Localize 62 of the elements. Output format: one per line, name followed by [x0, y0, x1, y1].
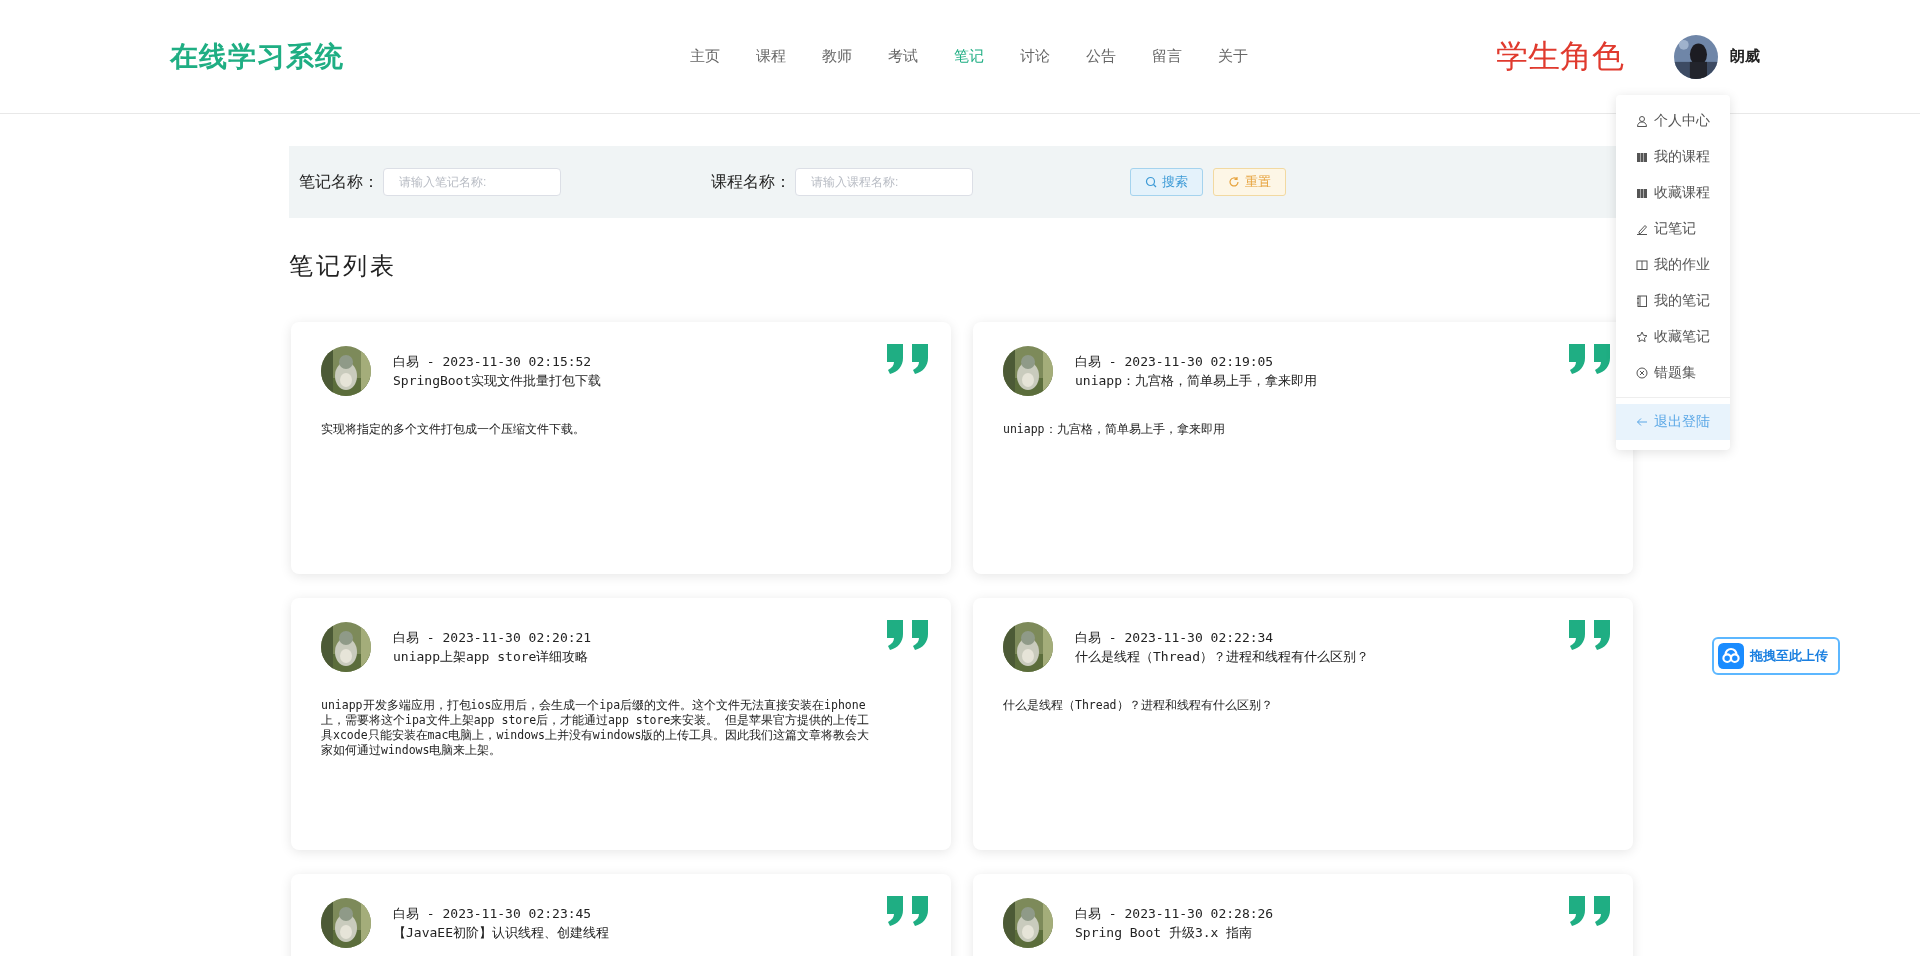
note-card[interactable]: 白易 - 2023-11-30 02:23:45 【JavaEE初阶】认识线程、创建线程 — [291, 874, 951, 956]
search-icon — [1145, 176, 1157, 188]
search-field[interactable]: 请输入课程名称: — [795, 168, 973, 196]
refresh-icon — [1228, 176, 1240, 188]
user-icon — [1636, 115, 1648, 127]
books-icon — [1636, 151, 1648, 163]
note-card[interactable] — [291, 598, 951, 850]
notebook-icon — [1636, 295, 1648, 307]
book-icon — [1636, 259, 1648, 271]
pen-icon — [1636, 223, 1648, 235]
section-title: 笔记列表 — [289, 251, 397, 282]
note-title[interactable]: 什么是线程（Thread）？进程和线程有什么区别？ — [1075, 647, 1369, 666]
menu-item[interactable]: 个人中心 — [1616, 103, 1730, 139]
note-title[interactable]: Spring Boot 升级3.x 指南 — [1075, 923, 1274, 942]
quote-icon — [885, 342, 931, 374]
role-label: 学生角色 — [1496, 35, 1624, 77]
nav-link[interactable]: 留言 — [1152, 47, 1182, 66]
search-field[interactable]: 请输入笔记名称: — [383, 168, 561, 196]
note-title[interactable]: 【JavaEE初阶】认识线程、创建线程 — [393, 923, 609, 942]
note-summary: uniapp：九宫格，简单易上手，拿来即用 — [1003, 422, 1226, 437]
note-title[interactable]: SpringBoot实现文件批量打包下载 — [393, 371, 602, 390]
circle-x-icon — [1636, 367, 1648, 379]
books-icon — [1636, 187, 1648, 199]
user-name[interactable]: 朗威 — [1730, 47, 1760, 66]
menu-item[interactable]: 收藏课程 — [1616, 175, 1730, 211]
note-summary: uniapp开发多端应用，打包ios应用后，会生成一个ipa后缀的文件。这个文件无法直接安装在iphone上，需要将这个ipa文件上架app store后，才能通过app store来安装。 但是苹果官方提供的上传工具xcode只能安装在mac电脑上，windows上并没有windows版的上传工具。因此我们这篇文章将教会大家如何通过windows电脑来上架。 — [321, 698, 871, 758]
nav-link[interactable]: 公告 — [1086, 47, 1116, 66]
note-card[interactable]: 白易 - 2023-11-30 02:15:52 SpringBoot实现文件批量打包下载 实现将指定的多个文件打包成一个压缩文件下载。 — [291, 322, 951, 574]
field-label: 课程名称： — [711, 171, 791, 193]
note-card[interactable]: 白易 - 2023-11-30 02:22:34 什么是线程（Thread）？进程和线程有什么区别？ 什么是线程（Thread）？进程和线程有什么区别？ — [973, 598, 1633, 850]
menu-item[interactable]: 我的作业 — [1616, 247, 1730, 283]
arrow-left-icon — [1636, 416, 1648, 428]
note-card[interactable]: 白易 - 2023-11-30 02:28:26 Spring Boot 升级3.x 指南 — [973, 874, 1633, 956]
nav-link[interactable]: 主页 — [690, 47, 720, 66]
note-summary: 什么是线程（Thread）？进程和线程有什么区别？ — [1003, 698, 1274, 713]
nav-link[interactable]: 关于 — [1218, 47, 1248, 66]
star-icon — [1636, 331, 1648, 343]
note-author-date: 白易 - 2023-11-30 02:28:26 — [1075, 905, 1274, 923]
menu-item[interactable]: 我的笔记 — [1616, 283, 1730, 319]
nav-link[interactable]: 考试 — [888, 47, 918, 66]
menu-item[interactable]: 我的课程 — [1616, 139, 1730, 175]
menu-item[interactable]: 记笔记 — [1616, 211, 1730, 247]
nav-link[interactable]: 课程 — [756, 47, 786, 66]
note-author-date: 白易 - 2023-11-30 02:20:21 — [393, 629, 592, 647]
upload-button[interactable]: 拖拽至此上传 — [1712, 637, 1840, 675]
cloud-icon — [1718, 643, 1744, 669]
field-label: 笔记名称： — [299, 171, 379, 193]
quote-icon — [885, 618, 931, 650]
quote-icon — [885, 894, 931, 926]
note-author-date: 白易 - 2023-11-30 02:19:05 — [1075, 353, 1275, 371]
quote-icon — [1567, 342, 1613, 374]
note-author-date: 白易 - 2023-11-30 02:23:45 — [393, 905, 593, 923]
note-author-date: 白易 - 2023-11-30 02:15:52 — [393, 353, 593, 371]
note-card[interactable]: 白易 - 2023-11-30 02:19:05 uniapp：九宫格，简单易上手，拿来即用 uniapp：九宫格，简单易上手，拿来即用 — [973, 322, 1633, 574]
nav-link[interactable]: 教师 — [822, 47, 852, 66]
note-author-date: 白易 - 2023-11-30 02:22:34 — [1075, 629, 1275, 647]
quote-icon — [1567, 894, 1613, 926]
note-title[interactable]: uniapp：九宫格，简单易上手，拿来即用 — [1075, 371, 1317, 390]
note-summary: 实现将指定的多个文件打包成一个压缩文件下载。 — [321, 422, 586, 437]
note-title[interactable]: uniapp上架app store详细攻略 — [393, 647, 592, 666]
quote-icon — [1567, 618, 1613, 650]
nav-link[interactable]: 讨论 — [1020, 47, 1050, 66]
